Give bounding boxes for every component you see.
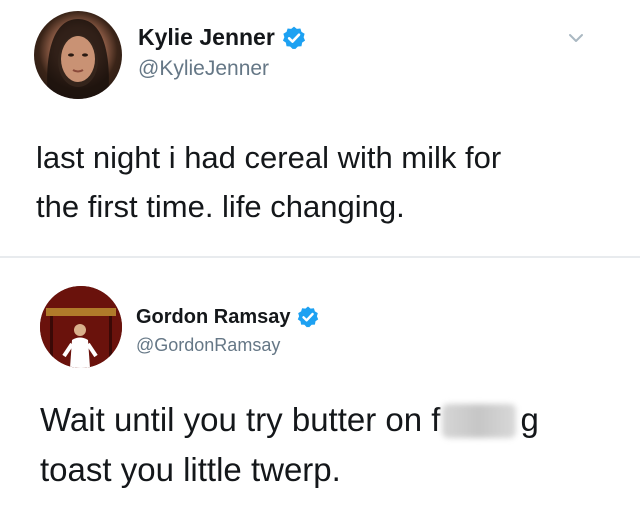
- censor-blur: [442, 404, 517, 438]
- author-row: Kylie Jenner: [138, 24, 307, 51]
- chevron-down-icon[interactable]: [566, 28, 586, 48]
- user-handle[interactable]: @GordonRamsay: [136, 335, 280, 356]
- display-name[interactable]: Gordon Ramsay: [136, 306, 290, 329]
- tweet-text-line: last night i had cereal with milk for: [36, 140, 502, 175]
- tweet-gordon-ramsay[interactable]: Gordon Ramsay @GordonRamsay Wait until y…: [0, 258, 640, 514]
- avatar[interactable]: [40, 286, 122, 368]
- verified-badge-icon: [281, 25, 307, 51]
- verified-badge-icon: [296, 305, 320, 329]
- tweet-text-line: Wait until you try butter on f g: [40, 395, 620, 445]
- tweet-text-line: the first time. life changing.: [36, 189, 405, 224]
- avatar[interactable]: [34, 11, 122, 99]
- tweet-text-segment: Wait until you try butter on f: [40, 401, 441, 438]
- display-name[interactable]: Kylie Jenner: [138, 24, 275, 51]
- tweet-text: Wait until you try butter on f g toast yo…: [40, 395, 620, 495]
- tweet-text-line: toast you little twerp.: [40, 451, 341, 488]
- tweet-kylie-jenner[interactable]: Kylie Jenner @KylieJenner last night i h…: [0, 0, 640, 256]
- avatar-image: [47, 19, 109, 99]
- tweet-text: last night i had cereal with milk for th…: [36, 133, 616, 231]
- author-row: Gordon Ramsay: [136, 305, 320, 329]
- user-handle[interactable]: @KylieJenner: [138, 57, 269, 81]
- tweet-text-segment: g: [520, 401, 539, 438]
- avatar-image: [40, 286, 122, 368]
